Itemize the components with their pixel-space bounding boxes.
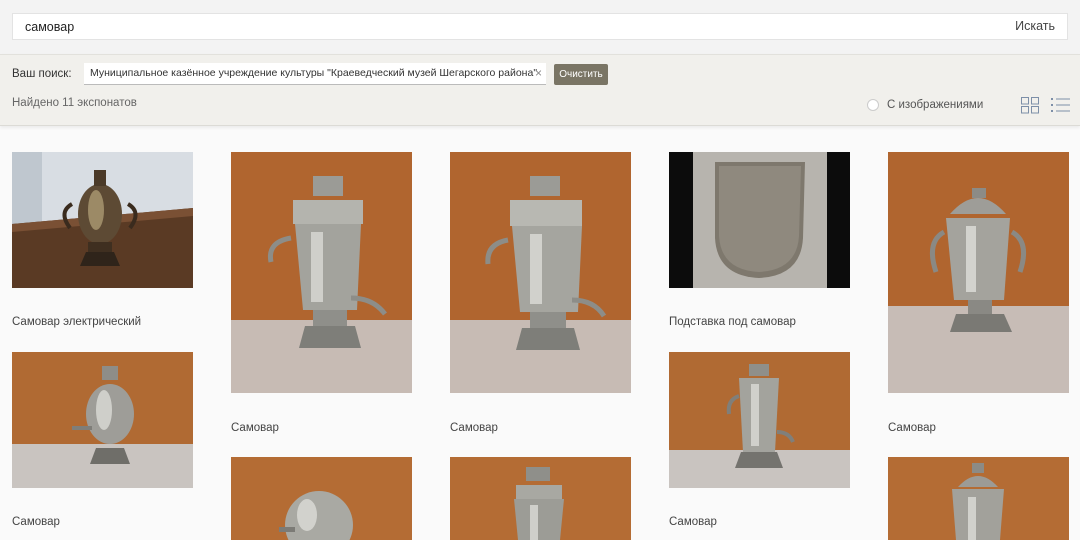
clear-button[interactable]: Очистить xyxy=(554,64,608,85)
result-image[interactable] xyxy=(12,152,193,288)
search-button[interactable]: Искать xyxy=(1015,14,1055,39)
result-card[interactable] xyxy=(231,457,412,540)
result-card[interactable]: Самовар xyxy=(669,352,850,540)
result-card[interactable]: Самовар xyxy=(888,152,1069,442)
result-card[interactable]: Самовар xyxy=(231,152,412,442)
result-image[interactable] xyxy=(231,457,412,540)
filter-bar: Ваш поиск: Муниципальное казённое учрежд… xyxy=(0,54,1080,126)
with-images-radio[interactable] xyxy=(867,99,879,111)
result-title[interactable]: Самовар xyxy=(450,422,498,434)
result-card[interactable]: Подставка под самовар xyxy=(669,152,850,337)
result-title[interactable]: Самовар xyxy=(888,422,936,434)
results-count: Найдено 11 экспонатов xyxy=(12,97,137,109)
result-image[interactable] xyxy=(888,152,1069,393)
result-image[interactable] xyxy=(450,152,631,393)
result-image[interactable] xyxy=(669,352,850,488)
result-card[interactable]: Самовар электрический xyxy=(12,152,193,337)
list-view-icon[interactable] xyxy=(1051,97,1070,113)
search-bar: Искать xyxy=(0,0,1080,54)
result-card[interactable]: Самовар xyxy=(450,152,631,442)
result-image[interactable] xyxy=(888,457,1069,540)
remove-filter-icon[interactable]: × xyxy=(535,63,542,84)
result-image[interactable] xyxy=(450,457,631,540)
your-search-label: Ваш поиск: xyxy=(12,68,72,80)
search-box: Искать xyxy=(12,13,1068,40)
result-title[interactable]: Подставка под самовар xyxy=(669,316,796,328)
result-title[interactable]: Самовар xyxy=(231,422,279,434)
result-card[interactable] xyxy=(888,457,1069,540)
result-image[interactable] xyxy=(231,152,412,393)
with-images-label[interactable]: С изображениями xyxy=(887,99,983,111)
result-title[interactable]: Самовар электрический xyxy=(12,316,141,328)
result-title[interactable]: Самовар xyxy=(12,516,60,528)
grid-view-icon[interactable] xyxy=(1021,97,1039,114)
filter-chip-text: Муниципальное казённое учреждение культу… xyxy=(90,67,538,79)
filter-chip: Муниципальное казённое учреждение культу… xyxy=(84,63,546,85)
result-title[interactable]: Самовар xyxy=(669,516,717,528)
search-input[interactable] xyxy=(25,14,925,39)
result-image[interactable] xyxy=(12,352,193,488)
result-card[interactable] xyxy=(450,457,631,540)
result-card[interactable]: Самовар xyxy=(12,352,193,540)
result-image[interactable] xyxy=(669,152,850,288)
